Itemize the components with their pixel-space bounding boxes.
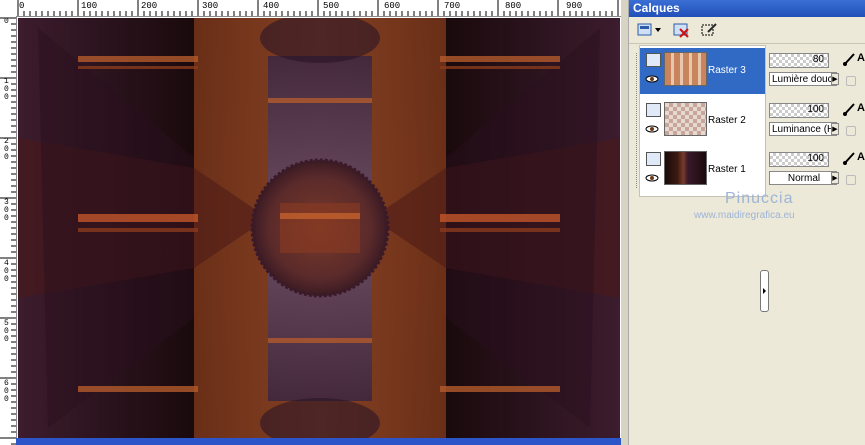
- layer-properties-icon: [701, 23, 717, 36]
- layers-panel: Calques Raster 3 Raster 2 Raster 1 80 A …: [628, 0, 865, 445]
- panel-title: Calques: [629, 0, 865, 17]
- horizontal-scrollbar[interactable]: [16, 438, 621, 445]
- brush-icon[interactable]: [842, 151, 856, 166]
- blend-mode-select[interactable]: Lumière douce: [769, 72, 837, 86]
- opacity-slider[interactable]: 80: [769, 53, 829, 68]
- opacity-value: 100: [807, 153, 824, 164]
- watermark-name: Pinuccia: [725, 190, 794, 207]
- layer-thumbnail-toggle[interactable]: [646, 152, 661, 166]
- layer-row-raster-1[interactable]: Raster 1: [640, 147, 765, 193]
- opacity-slider[interactable]: 100: [769, 103, 829, 118]
- layer-properties-button[interactable]: [697, 19, 721, 41]
- new-layer-icon: [637, 23, 661, 36]
- layer-thumbnail-toggle[interactable]: [646, 103, 661, 117]
- layer-name: Raster 2: [708, 115, 746, 126]
- watermark-url: www.maidiregrafica.eu: [694, 210, 795, 221]
- lock-transparency-label: A: [857, 151, 865, 163]
- delete-layer-icon: [673, 23, 689, 38]
- blend-mode-select[interactable]: Normal: [769, 171, 837, 185]
- opacity-value: 100: [807, 104, 824, 115]
- delete-layer-button[interactable]: [669, 19, 693, 41]
- layer-thumbnail: [664, 102, 707, 136]
- layer-properties-column: 80 A Lumière douce ▶ 100 A Luminance (H)…: [766, 45, 865, 445]
- layer-tree-line: [636, 53, 638, 188]
- opacity-slider[interactable]: 100: [769, 152, 829, 167]
- blend-dropdown-arrow[interactable]: ▶: [831, 172, 839, 184]
- layer-name: Raster 3: [708, 65, 746, 76]
- ruler-corner: [0, 0, 17, 17]
- eye-icon[interactable]: [645, 125, 659, 133]
- lock-transparency-label: A: [857, 102, 865, 114]
- ruler-left-ticks: [0, 17, 16, 445]
- brush-icon[interactable]: [842, 52, 856, 67]
- image-canvas[interactable]: [18, 18, 620, 438]
- layer-thumbnail: [664, 52, 707, 86]
- layer-row-raster-3[interactable]: Raster 3: [640, 48, 765, 94]
- layer-props-raster-2: 100 A Luminance (H) ▶: [766, 97, 865, 143]
- layers-toolbar: [629, 17, 865, 44]
- layer-thumbnail-toggle[interactable]: [646, 53, 661, 67]
- layer-thumbnail: [664, 151, 707, 185]
- lock-icon[interactable]: [846, 76, 856, 86]
- ruler-top-ticks: [17, 0, 619, 16]
- lock-icon[interactable]: [846, 126, 856, 136]
- vertical-scrollbar[interactable]: [621, 0, 628, 445]
- canvas-area[interactable]: 0 100 200 300 400 500 600 700 800 900 0 …: [0, 0, 628, 445]
- layer-props-raster-1: 100 A Normal ▶: [766, 146, 865, 192]
- layer-row-raster-2[interactable]: Raster 2: [640, 98, 765, 144]
- lock-icon[interactable]: [846, 175, 856, 185]
- blend-dropdown-arrow[interactable]: ▶: [831, 73, 839, 85]
- artwork-image: [18, 18, 620, 438]
- lock-transparency-label: A: [857, 52, 865, 64]
- layer-props-raster-3: 80 A Lumière douce ▶: [766, 47, 865, 93]
- eye-icon[interactable]: [645, 174, 659, 182]
- blend-dropdown-arrow[interactable]: ▶: [831, 123, 839, 135]
- blend-mode-select[interactable]: Luminance (H): [769, 122, 837, 136]
- ruler-left: 0 100 200 300 400 500 600: [0, 16, 17, 445]
- opacity-value: 80: [812, 54, 824, 65]
- layer-name: Raster 1: [708, 164, 746, 175]
- eye-icon[interactable]: [645, 75, 659, 83]
- brush-icon[interactable]: [842, 102, 856, 117]
- layers-list: Raster 3 Raster 2 Raster 1: [639, 45, 766, 197]
- new-layer-button[interactable]: [633, 19, 665, 41]
- ruler-top: 0 100 200 300 400 500 600 700 800 900: [16, 0, 621, 17]
